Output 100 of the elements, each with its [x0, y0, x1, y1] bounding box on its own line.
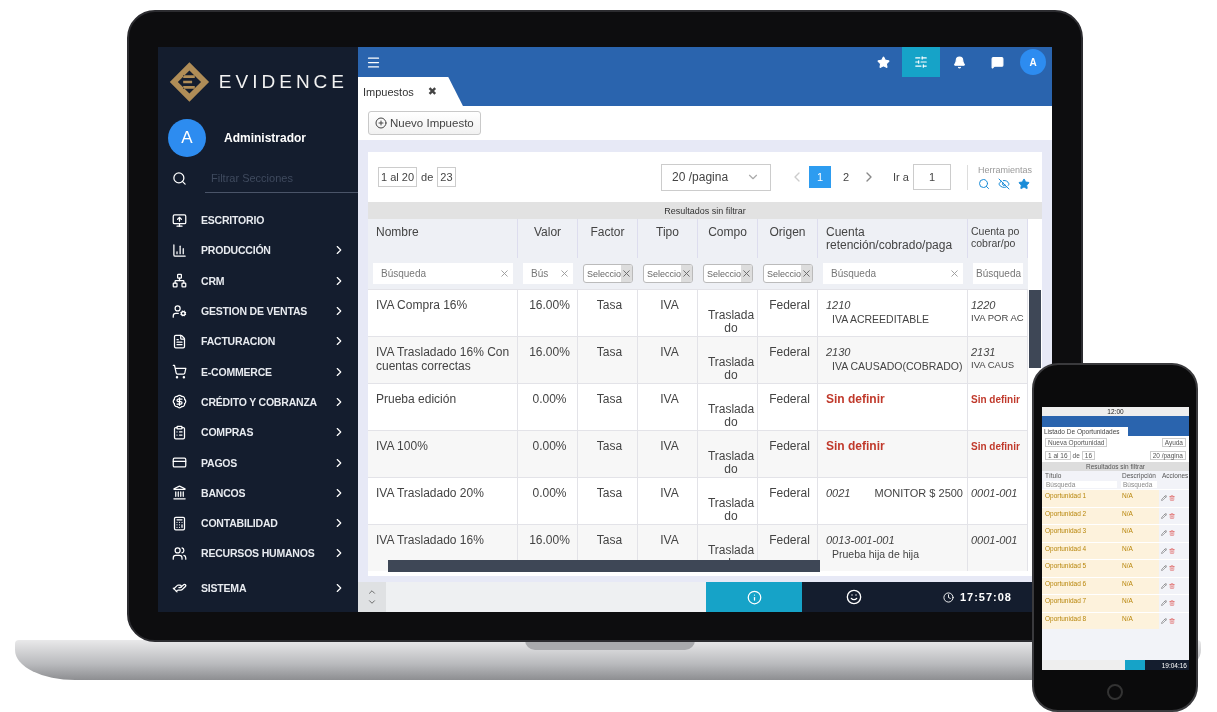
info-icon: [746, 589, 762, 605]
column-header: Valor: [518, 219, 578, 258]
table-cell: IVA Compra 16%: [368, 289, 518, 336]
trash-icon[interactable]: [1169, 617, 1175, 624]
section-icon: [172, 424, 187, 440]
sidebar-item[interactable]: E-COMMERCE: [158, 356, 358, 387]
section-icon: [172, 394, 187, 410]
table-cell: Trasladado: [698, 430, 758, 477]
clear-icon[interactable]: [949, 268, 960, 279]
tab[interactable]: Impuestos ✖: [358, 77, 463, 106]
table-cell: 16.00%: [518, 336, 578, 383]
close-icon[interactable]: ✖: [427, 85, 437, 98]
clear-icon[interactable]: [499, 268, 510, 279]
filter-field[interactable]: Búsqueda: [823, 263, 963, 284]
goto-page-field[interactable]: 1: [912, 164, 951, 190]
table-cell: Federal: [758, 383, 818, 430]
filter-field[interactable]: Bús: [523, 263, 573, 284]
account-name: IVA CAUS: [971, 359, 1016, 371]
new-tax-button[interactable]: Nuevo Impuesto: [368, 111, 481, 135]
account-name: MONITOR $ 2500: [874, 487, 963, 500]
vertical-scrollbar[interactable]: [1029, 290, 1041, 368]
section-icon: [172, 273, 187, 289]
clear-icon[interactable]: [681, 265, 692, 282]
trash-icon[interactable]: [1169, 600, 1175, 607]
sliders-icon[interactable]: [902, 47, 940, 77]
sidebar-item[interactable]: CRM: [158, 265, 358, 296]
sidebar-item[interactable]: COMPRAS: [158, 417, 358, 448]
filter-select[interactable]: Seleccio: [583, 264, 633, 283]
clear-icon[interactable]: [621, 265, 632, 282]
scroll-arrows-button[interactable]: [358, 582, 386, 612]
edit-icon[interactable]: [1161, 600, 1167, 607]
table-cell: IVA: [638, 383, 698, 430]
edit-icon[interactable]: [1161, 582, 1167, 589]
tools-label: Herramientas: [977, 164, 1032, 175]
of-label: de: [421, 171, 434, 183]
sidebar-item[interactable]: CONTABILIDAD: [158, 507, 358, 539]
sidebar-item[interactable]: FACTURACION: [158, 326, 358, 357]
table-cell: Trasladado: [698, 477, 758, 524]
filter-select[interactable]: Seleccio: [703, 264, 753, 283]
table-cell: Federal: [758, 430, 818, 477]
table-cell: 0.00%: [518, 477, 578, 524]
trash-icon[interactable]: [1169, 547, 1175, 554]
column-header: Cuenta po cobrar/po: [968, 219, 1028, 258]
edit-icon[interactable]: [1161, 512, 1167, 519]
filter-select[interactable]: Seleccio: [643, 264, 693, 283]
sidebar-item[interactable]: RECURSOS HUMANOS: [158, 538, 358, 569]
sidebar-item[interactable]: BANCOS: [158, 477, 358, 508]
edit-icon[interactable]: [1161, 617, 1167, 624]
star-icon[interactable]: [1017, 177, 1030, 190]
trash-icon[interactable]: [1169, 565, 1175, 572]
filter-select[interactable]: Seleccio: [763, 264, 813, 283]
trash-icon[interactable]: [1169, 495, 1175, 502]
section-icon: [172, 333, 187, 349]
search-icon[interactable]: [977, 177, 990, 190]
sidebar-item[interactable]: SISTEMA: [158, 572, 358, 603]
sidebar-item[interactable]: GESTION DE VENTAS: [158, 295, 358, 327]
edit-icon[interactable]: [1161, 530, 1167, 537]
user-avatar: A: [168, 119, 206, 157]
page-button[interactable]: 2: [835, 166, 858, 188]
account-code: 0001-001: [971, 487, 1018, 499]
page-size-select[interactable]: 20 /pagina: [661, 163, 772, 191]
section-icon: [172, 455, 187, 470]
sidebar-item[interactable]: CRÉDITO Y COBRANZA: [158, 386, 358, 418]
table-cell: IVA 100%: [368, 430, 518, 477]
goto-label: Ir a: [893, 171, 909, 183]
account-name: IVA ACREEDITABLE: [831, 312, 931, 325]
chevron-up-icon: [367, 587, 377, 597]
trash-icon[interactable]: [1169, 530, 1175, 537]
sidebar-item[interactable]: PAGOS: [158, 447, 358, 478]
column-header: Nombre: [368, 219, 518, 258]
table-cell: 0.00%: [518, 430, 578, 477]
horizontal-scrollbar[interactable]: [388, 560, 820, 572]
menu-icon[interactable]: [366, 54, 381, 70]
home-button[interactable]: [1107, 684, 1123, 700]
filter-field[interactable]: Búsqueda: [973, 263, 1023, 284]
table-cell: 0.00%: [518, 383, 578, 430]
eye-off-icon[interactable]: [997, 177, 1010, 190]
total-label: 23: [437, 167, 456, 187]
section-icon: [172, 242, 187, 258]
clear-icon[interactable]: [559, 268, 570, 279]
clear-icon[interactable]: [741, 265, 752, 282]
table-cell: IVA: [638, 477, 698, 524]
table-cell: Tasa: [578, 336, 638, 383]
trash-icon[interactable]: [1169, 582, 1175, 589]
sidebar-item[interactable]: ESCRITORIO: [158, 205, 358, 236]
column-header: Factor: [578, 219, 638, 258]
chevron-down-icon: [367, 597, 377, 607]
clear-icon[interactable]: [801, 265, 812, 282]
account-name: IVA POR AC: [971, 312, 1025, 324]
sidebar-item[interactable]: PRODUCCIÓN: [158, 235, 358, 266]
edit-icon[interactable]: [1161, 565, 1167, 572]
edit-icon[interactable]: [1161, 547, 1167, 554]
account-code: 2130: [826, 346, 851, 358]
plus-icon: [375, 117, 387, 129]
trash-icon[interactable]: [1169, 512, 1175, 519]
filter-field[interactable]: Búsqueda: [373, 263, 513, 284]
edit-icon[interactable]: [1161, 495, 1167, 502]
table-cell: Tasa: [578, 383, 638, 430]
range-label: 1 al 20: [378, 167, 418, 187]
table-cell: Trasladado: [698, 336, 758, 383]
